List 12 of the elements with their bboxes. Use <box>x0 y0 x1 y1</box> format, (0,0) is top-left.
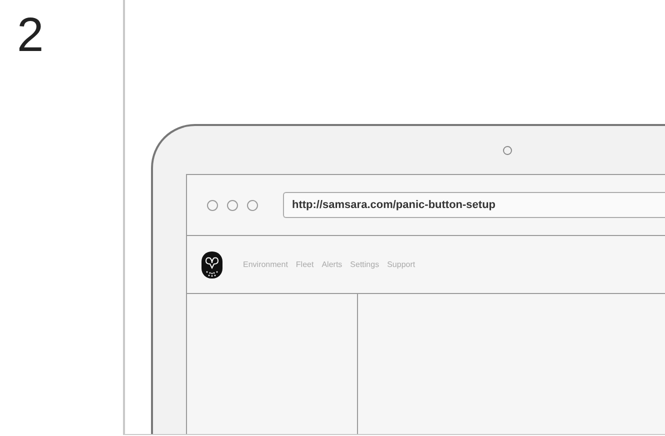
window-control-icon[interactable] <box>227 200 238 210</box>
step-number: 2 <box>17 12 44 60</box>
owl-logo-icon <box>201 250 223 278</box>
address-bar[interactable]: http://samsara.com/panic-button-setup <box>283 192 665 218</box>
camera-icon <box>503 146 512 154</box>
window-control-icon[interactable] <box>247 200 258 210</box>
nav-link[interactable]: Settings <box>350 260 380 269</box>
window-control-icon[interactable] <box>207 200 218 210</box>
nav-link[interactable]: Alerts <box>322 260 342 269</box>
nav-link[interactable]: Environment <box>243 260 288 269</box>
nav-link[interactable]: Fleet <box>296 260 314 269</box>
nav-link[interactable]: Support <box>387 260 416 269</box>
